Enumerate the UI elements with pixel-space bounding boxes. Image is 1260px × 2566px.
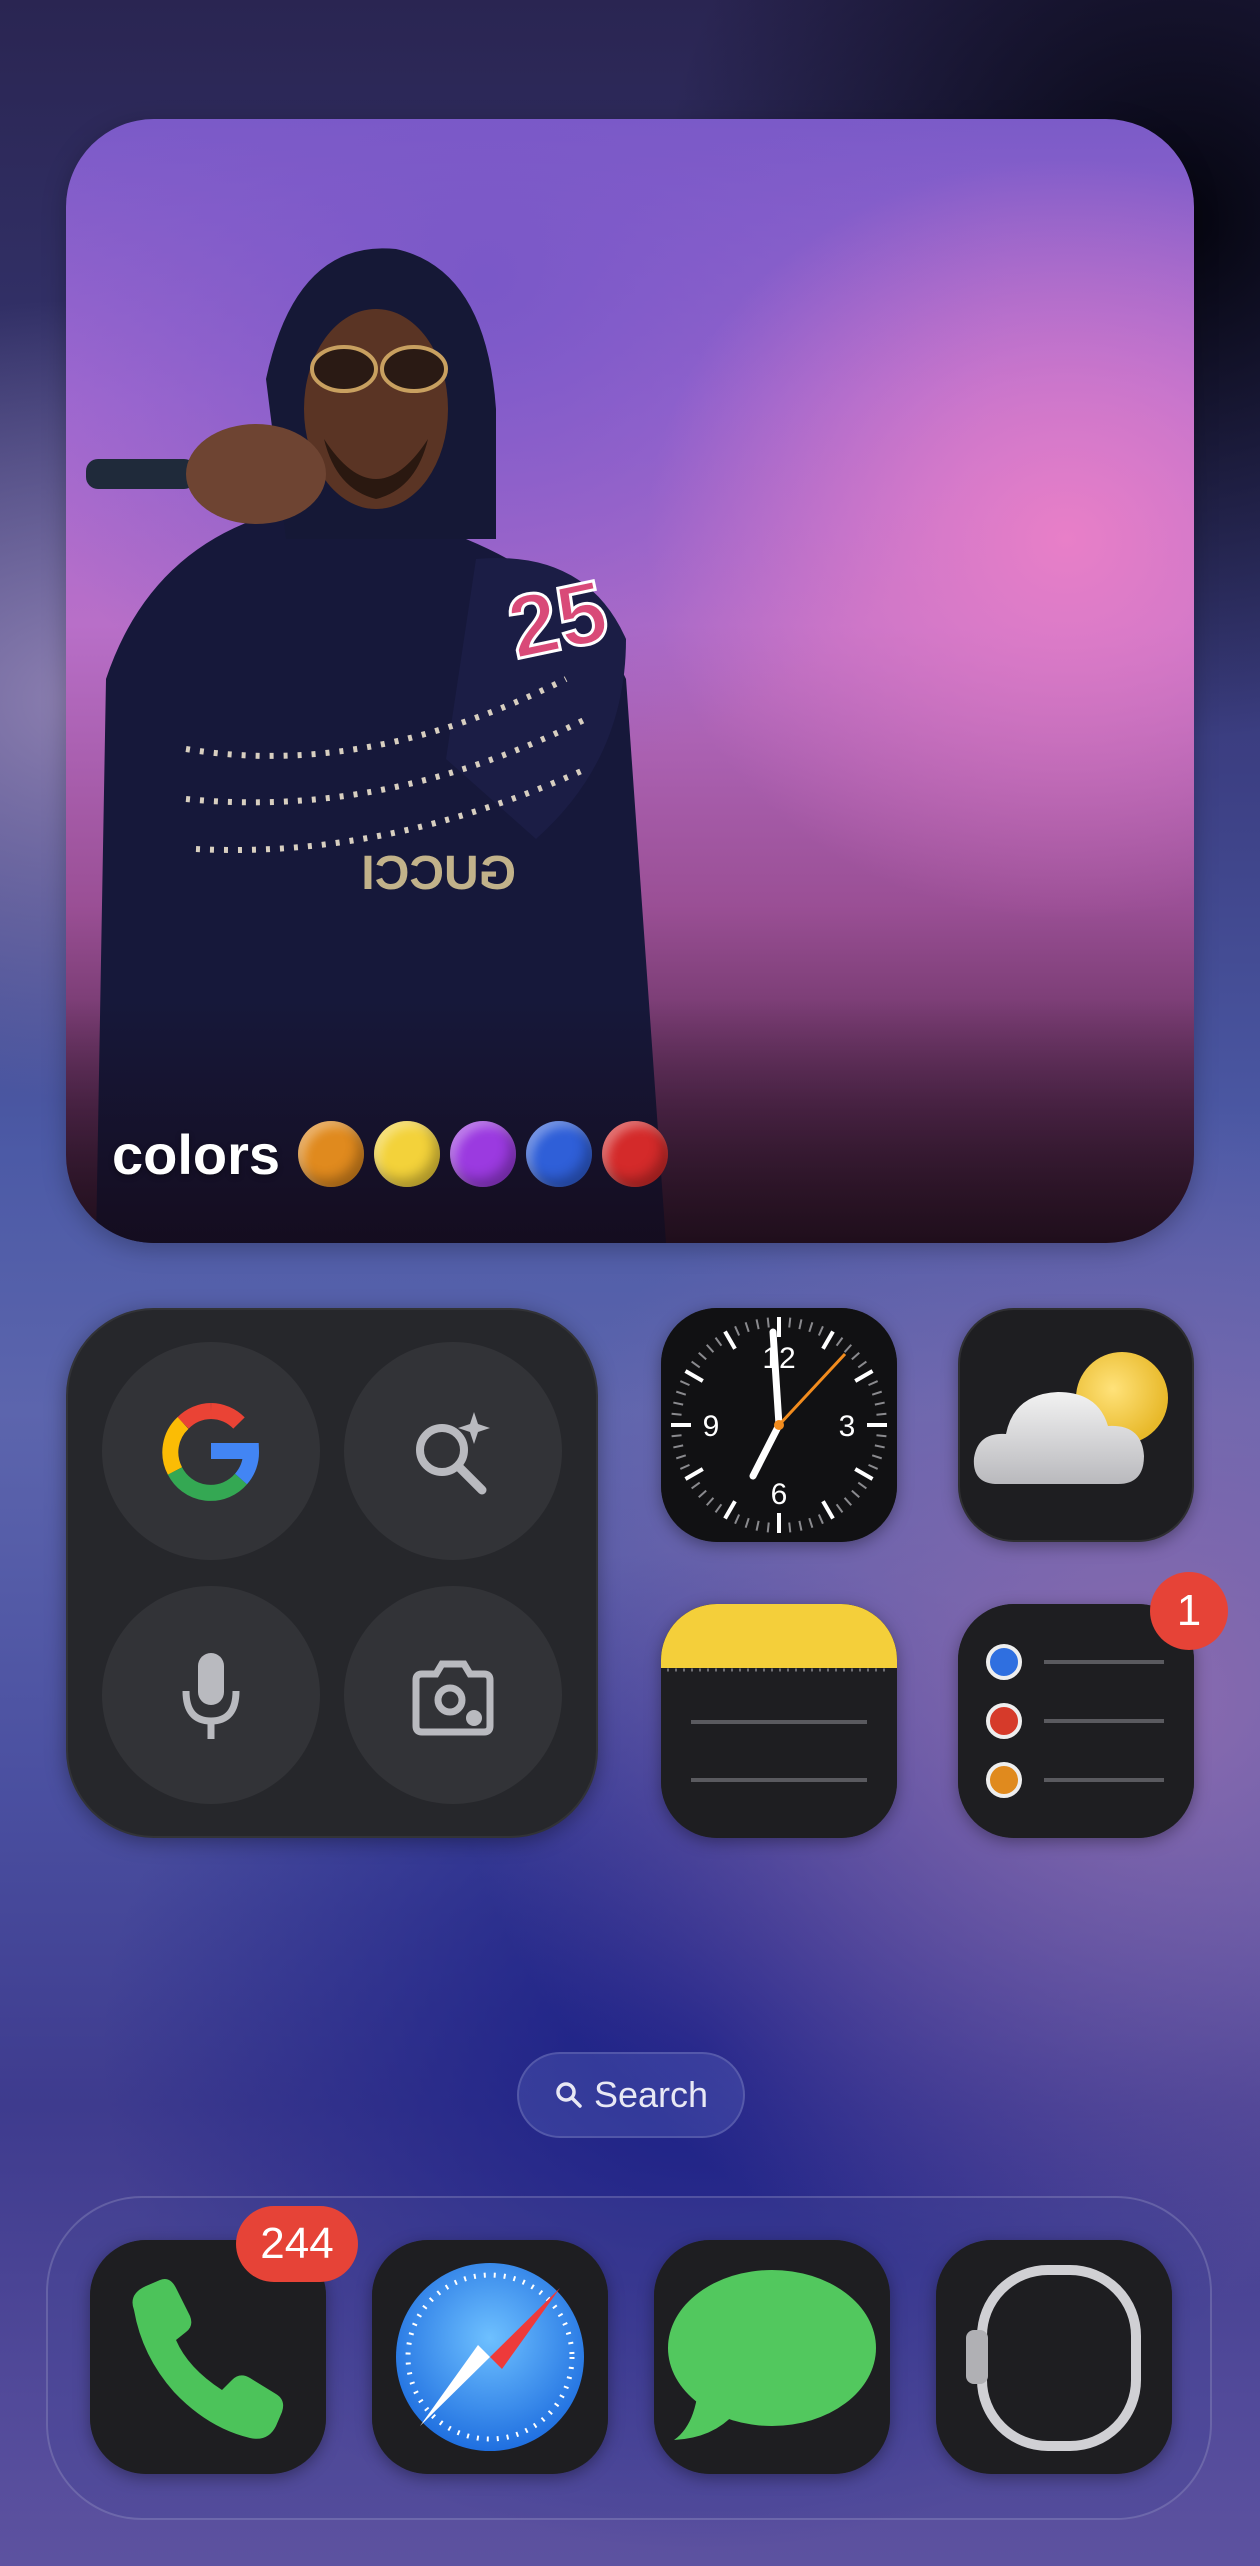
clock-app-icon[interactable]: 12 3 6 9 bbox=[661, 1308, 897, 1542]
phone-badge: 244 bbox=[236, 2206, 358, 2282]
reminders-badge: 1 bbox=[1150, 1572, 1228, 1650]
shirt-logo-text: GUCCI bbox=[361, 847, 516, 900]
notes-icon bbox=[661, 1604, 897, 1838]
yellow-color-dot bbox=[374, 1121, 441, 1187]
search-icon bbox=[556, 2082, 582, 2108]
safari-app-icon[interactable] bbox=[372, 2240, 608, 2474]
home-search-button[interactable]: Search bbox=[517, 2052, 745, 2138]
google-logo-icon bbox=[162, 1403, 259, 1501]
clock-tick bbox=[876, 1434, 887, 1438]
red-color-dot bbox=[602, 1121, 669, 1187]
watch-icon bbox=[936, 2240, 1172, 2474]
message-bubble-icon bbox=[654, 2240, 890, 2474]
clock-number-12: 12 bbox=[762, 1342, 795, 1375]
cloud-sun-icon bbox=[973, 1352, 1168, 1484]
clock-tick bbox=[876, 1412, 887, 1416]
weather-app-icon[interactable] bbox=[958, 1308, 1194, 1542]
safari-compass-icon bbox=[372, 2240, 608, 2474]
watch-app-icon[interactable] bbox=[936, 2240, 1172, 2474]
ai-search-button[interactable] bbox=[344, 1342, 562, 1560]
messages-app-icon[interactable] bbox=[654, 2240, 890, 2474]
voice-search-button[interactable] bbox=[102, 1586, 320, 1804]
google-search-widget bbox=[66, 1308, 598, 1838]
reminders-app-icon[interactable] bbox=[958, 1604, 1194, 1838]
clock-number-3: 3 bbox=[839, 1410, 856, 1443]
blue-color-dot bbox=[526, 1121, 593, 1187]
google-search-button[interactable] bbox=[102, 1342, 320, 1560]
clock-tick bbox=[766, 1522, 770, 1533]
clock-tick bbox=[671, 1434, 682, 1438]
orange-color-dot bbox=[298, 1121, 365, 1187]
search-label: Search bbox=[593, 2074, 709, 2115]
colors-caption: colors bbox=[112, 1122, 281, 1186]
clock-number-6: 6 bbox=[771, 1478, 788, 1511]
colors-row: colors bbox=[112, 1119, 669, 1189]
clock-tick bbox=[766, 1317, 770, 1328]
performer-photo: 25 GUCCI bbox=[66, 248, 1194, 1243]
notes-app-icon[interactable] bbox=[661, 1604, 897, 1838]
reminders-list-icon bbox=[958, 1604, 1194, 1838]
photo-widget[interactable]: 25 GUCCI colors bbox=[66, 119, 1194, 1243]
clock-tick bbox=[671, 1412, 682, 1416]
clock-tick bbox=[788, 1317, 792, 1328]
lens-search-button[interactable] bbox=[344, 1586, 562, 1804]
ai-search-icon bbox=[416, 1412, 490, 1495]
clock-tick bbox=[788, 1522, 792, 1533]
clock-face-icon: 12 3 6 9 bbox=[661, 1308, 897, 1542]
microphone-icon bbox=[182, 1653, 240, 1739]
google-lens-icon bbox=[412, 1660, 494, 1736]
clock-number-9: 9 bbox=[703, 1410, 720, 1443]
jersey-number: 25 bbox=[499, 560, 615, 677]
purple-color-dot bbox=[450, 1121, 517, 1187]
